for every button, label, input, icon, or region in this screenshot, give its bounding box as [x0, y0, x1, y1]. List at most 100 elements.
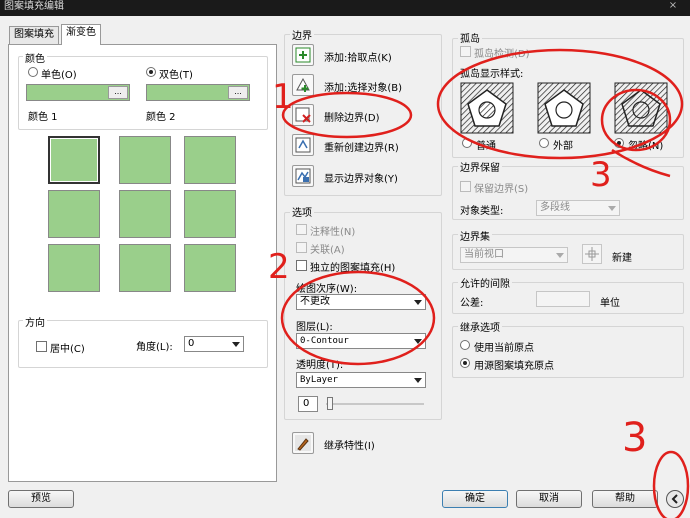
transparency-label: 透明度(T):: [296, 360, 344, 371]
color2-browse-button[interactable]: ...: [228, 86, 248, 99]
recreate-boundary-button[interactable]: [292, 134, 314, 156]
island-outer-preview[interactable]: [537, 82, 591, 134]
color1-browse-button[interactable]: ...: [108, 86, 128, 99]
draw-order-label: 绘图次序(W):: [296, 284, 358, 295]
object-type-combo[interactable]: 多段线: [536, 200, 620, 216]
ok-button[interactable]: 确定: [442, 490, 508, 508]
gradient-swatch[interactable]: [119, 136, 171, 184]
independent-hatch-checkbox[interactable]: [296, 260, 307, 271]
inherit-properties-label: 继承特性(I): [324, 441, 375, 452]
gradient-swatch[interactable]: [48, 136, 100, 184]
options-group: [284, 212, 442, 420]
gradient-swatch[interactable]: [184, 136, 236, 184]
remove-boundaries-label: 删除边界(D): [324, 113, 380, 124]
new-boundary-set-button[interactable]: [582, 244, 602, 264]
remove-boundaries-button[interactable]: [292, 104, 314, 126]
tolerance-input[interactable]: [536, 291, 590, 307]
gradient-swatch[interactable]: [119, 190, 171, 238]
remove-boundary-icon: [295, 107, 311, 123]
add-pick-points-button[interactable]: [292, 44, 314, 66]
tolerance-label: 公差:: [460, 298, 484, 309]
inherit-brush-icon: [295, 435, 311, 451]
use-current-origin-label: 使用当前原点: [474, 343, 534, 354]
chevron-down-icon: [414, 339, 422, 344]
island-outer-radio[interactable]: [539, 138, 549, 148]
double-color-radio[interactable]: [146, 67, 156, 77]
annotation-mark-3-bottom: 3: [622, 415, 648, 461]
angle-value: 0: [188, 338, 195, 349]
chevron-down-icon: [414, 300, 422, 305]
display-boundary-icon: [295, 168, 311, 184]
island-style-label: 孤岛显示样式:: [460, 69, 524, 80]
title-bar: 图案填充编辑 ×: [0, 0, 690, 16]
double-color-label: 双色(T): [159, 70, 193, 81]
crosshair-icon: [585, 247, 599, 261]
more-options-button[interactable]: [666, 490, 684, 508]
draw-order-combo[interactable]: 不更改: [296, 294, 426, 310]
gradient-swatch[interactable]: [48, 190, 100, 238]
chevron-left-icon: [671, 494, 678, 504]
color1-label: 颜色 1: [28, 112, 58, 123]
associative-checkbox[interactable]: [296, 242, 307, 253]
cancel-button[interactable]: 取消: [516, 490, 582, 508]
add-pick-points-label: 添加:拾取点(K): [324, 53, 392, 64]
layer-value: 0-Contour: [300, 336, 349, 346]
add-select-objects-button[interactable]: [292, 74, 314, 96]
island-detection-checkbox[interactable]: [460, 46, 471, 57]
boundary-set-combo[interactable]: 当前视口: [460, 247, 568, 263]
angle-label: 角度(L):: [136, 342, 173, 353]
retain-boundaries-checkbox[interactable]: [460, 181, 471, 192]
object-type-value: 多段线: [540, 202, 570, 213]
transparency-slider-track[interactable]: [326, 403, 424, 405]
island-ignore-radio[interactable]: [614, 138, 624, 148]
chevron-down-icon: [232, 342, 240, 347]
help-button[interactable]: 帮助: [592, 490, 658, 508]
boundary-group-label: 边界: [290, 27, 314, 42]
transparency-input[interactable]: 0: [298, 396, 318, 412]
angle-combo[interactable]: 0: [184, 336, 244, 352]
transparency-slider-thumb[interactable]: [327, 397, 333, 410]
use-source-origin-radio[interactable]: [460, 358, 470, 368]
tolerance-unit-label: 单位: [600, 298, 620, 309]
pick-point-icon: [295, 47, 311, 63]
display-boundary-objects-label: 显示边界对象(Y): [324, 174, 398, 185]
gradient-swatch[interactable]: [184, 190, 236, 238]
single-color-radio[interactable]: [28, 67, 38, 77]
island-ignore-label: 忽略(N): [628, 141, 664, 152]
island-outer-label: 外部: [553, 141, 573, 152]
gap-tolerance-group-label: 允许的间隙: [458, 275, 512, 290]
annotation-circle-more-button: [652, 450, 690, 518]
select-objects-icon: [296, 77, 310, 92]
use-source-origin-label: 用源图案填充原点: [474, 361, 554, 372]
transparency-value: ByLayer: [300, 375, 338, 385]
recreate-boundary-icon: [295, 137, 311, 153]
transparency-combo[interactable]: ByLayer: [296, 372, 426, 388]
display-boundary-objects-button[interactable]: [292, 165, 314, 187]
tab-hatch[interactable]: 图案填充: [9, 26, 59, 44]
preview-button[interactable]: 预览: [8, 490, 74, 508]
single-color-label: 单色(O): [41, 70, 77, 81]
object-type-label: 对象类型:: [460, 206, 504, 217]
island-normal-radio[interactable]: [462, 138, 472, 148]
island-normal-preview[interactable]: [460, 82, 514, 134]
layer-combo[interactable]: 0-Contour: [296, 333, 426, 349]
chevron-down-icon: [608, 206, 616, 211]
independent-hatch-label: 独立的图案填充(H): [310, 263, 396, 274]
retain-boundaries-label: 保留边界(S): [474, 184, 529, 195]
use-current-origin-radio[interactable]: [460, 340, 470, 350]
annotative-checkbox[interactable]: [296, 224, 307, 235]
window-title: 图案填充编辑: [4, 1, 64, 12]
gradient-swatch[interactable]: [119, 244, 171, 292]
tab-gradient[interactable]: 渐变色: [61, 24, 101, 45]
close-button[interactable]: ×: [664, 0, 682, 12]
gradient-swatch[interactable]: [48, 244, 100, 292]
island-ignore-preview[interactable]: [614, 82, 668, 134]
options-group-label: 选项: [290, 204, 314, 219]
gradient-swatch[interactable]: [184, 244, 236, 292]
inherit-properties-button[interactable]: [292, 432, 314, 454]
direction-group-label: 方向: [23, 314, 47, 329]
recreate-boundary-label: 重新创建边界(R): [324, 143, 399, 154]
island-detection-label: 孤岛检测(D): [474, 49, 530, 60]
annotation-mark-1: 1: [272, 77, 294, 117]
center-checkbox[interactable]: [36, 341, 47, 352]
